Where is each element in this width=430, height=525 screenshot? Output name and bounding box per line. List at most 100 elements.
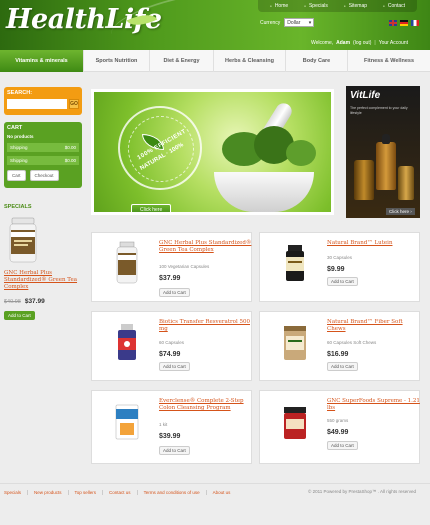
product-name[interactable]: Everclense® Complete 2-Step Colon Cleans… bbox=[159, 398, 253, 412]
nav-sports-nutrition[interactable]: Sports Nutrition bbox=[84, 50, 150, 72]
add-to-cart-button[interactable]: Add to Cart bbox=[159, 362, 190, 371]
bottle-image bbox=[354, 160, 374, 200]
product-price: $49.99 bbox=[327, 429, 349, 436]
product-price: $16.99 bbox=[327, 351, 349, 358]
currency-selected-value: Dollar bbox=[287, 19, 301, 26]
product-description: 100 Vegetarian Capsules bbox=[159, 264, 210, 269]
currency-label: Currency bbox=[260, 19, 281, 26]
language-flags bbox=[389, 20, 419, 26]
search-go-button[interactable]: GO bbox=[69, 99, 79, 109]
product-name[interactable]: Natural Brand™ Lutein bbox=[327, 240, 421, 247]
product-card: GNC SuperFoods Supreme - 1.21 lbs 550 gr… bbox=[259, 390, 420, 464]
divider: | bbox=[374, 40, 376, 46]
add-to-cart-button[interactable]: Add to Cart bbox=[327, 362, 358, 371]
bottle-cap-image bbox=[382, 134, 390, 144]
product-image[interactable] bbox=[114, 320, 140, 364]
copyright-text: © 2011 Powered by PrestaShop™ . All righ… bbox=[308, 489, 417, 494]
product-price: $74.99 bbox=[159, 351, 181, 358]
specials-product-image[interactable] bbox=[6, 216, 40, 264]
footer-link-about-us[interactable]: About us bbox=[207, 490, 237, 495]
cart-shipping-row: Shipping $0.00 bbox=[7, 143, 79, 152]
topnav-specials[interactable]: Specials bbox=[296, 0, 336, 12]
product-description: 1 kit bbox=[159, 422, 168, 427]
hero-banner[interactable]: 100% EFFICIENT NATURAL · 100% Click here bbox=[91, 89, 334, 215]
cart-shipping-label: Shipping bbox=[10, 145, 28, 150]
product-price: $39.99 bbox=[159, 433, 181, 440]
welcome-bar: Welcome, Adam (log out) | Your Account bbox=[311, 40, 408, 46]
product-card: Everclense® Complete 2-Step Colon Cleans… bbox=[91, 390, 252, 464]
banner-click-here-button[interactable]: Click here bbox=[131, 204, 172, 212]
cart-block: CART No products Shipping $0.00 Shipping… bbox=[4, 122, 82, 188]
ad-click-here-button[interactable]: Click here › bbox=[386, 208, 415, 215]
add-to-cart-button[interactable]: Add to Cart bbox=[327, 441, 358, 450]
search-box: SEARCH: GO bbox=[4, 87, 82, 115]
currency-selector: Currency Dollar ▾ bbox=[260, 18, 315, 27]
footer-link-top-sellers[interactable]: Top sellers bbox=[69, 490, 104, 495]
product-name[interactable]: GNC Herbal Plus Standardized® Green Tea … bbox=[159, 240, 253, 254]
french-flag-icon[interactable] bbox=[411, 20, 419, 26]
product-price: $37.99 bbox=[159, 275, 181, 282]
product-description: 60 Capsules Soft Chews bbox=[327, 340, 377, 345]
product-name[interactable]: Biotics Transfer Resveratrol 500 mg bbox=[159, 319, 253, 333]
product-image[interactable] bbox=[282, 399, 308, 443]
welcome-user: Adam bbox=[336, 40, 351, 46]
topnav-contact[interactable]: Contact bbox=[375, 0, 413, 12]
specials-price: $40.98 $37.99 bbox=[4, 298, 45, 305]
your-account-link[interactable]: Your Account bbox=[379, 40, 408, 46]
mortar-image bbox=[214, 172, 314, 212]
nav-vitamins-minerals[interactable]: Vitamins & minerals bbox=[0, 50, 84, 72]
footer-link-specials[interactable]: Specials bbox=[4, 490, 29, 495]
specials-add-to-cart-button[interactable]: Add to Cart bbox=[4, 311, 35, 320]
product-name[interactable]: Natural Brand™ Fiber Soft Chews bbox=[327, 319, 421, 333]
specials-heading: SPECIALS bbox=[4, 204, 32, 210]
product-name[interactable]: GNC SuperFoods Supreme - 1.21 lbs bbox=[327, 398, 421, 412]
cart-total-label: Shipping bbox=[10, 158, 28, 163]
checkout-button[interactable]: Checkout bbox=[29, 170, 59, 181]
cart-empty-text: No products bbox=[7, 134, 34, 139]
add-to-cart-button[interactable]: Add to Cart bbox=[327, 277, 358, 286]
product-image[interactable] bbox=[114, 399, 140, 443]
herb-image bbox=[286, 140, 316, 166]
vitlife-ad[interactable]: VitLife The perfect complement to your d… bbox=[346, 86, 420, 218]
product-price: $9.99 bbox=[327, 266, 345, 273]
german-flag-icon[interactable] bbox=[400, 20, 408, 26]
footer-link-new-products[interactable]: New products bbox=[28, 490, 69, 495]
nav-fitness-wellness[interactable]: Fitness & Wellness bbox=[348, 50, 430, 72]
product-card: Biotics Transfer Resveratrol 500 mg 60 C… bbox=[91, 311, 252, 381]
currency-select[interactable]: Dollar ▾ bbox=[284, 18, 315, 27]
add-to-cart-button[interactable]: Add to Cart bbox=[159, 446, 190, 455]
add-to-cart-button[interactable]: Add to Cart bbox=[159, 288, 190, 297]
cart-button[interactable]: Cart bbox=[7, 170, 26, 181]
topnav-home[interactable]: Home bbox=[262, 0, 296, 12]
bottle-image bbox=[376, 142, 396, 190]
product-image[interactable] bbox=[282, 320, 308, 364]
product-image[interactable] bbox=[282, 241, 308, 285]
chevron-down-icon: ▾ bbox=[308, 19, 312, 26]
cart-total-row: Shipping $0.00 bbox=[7, 156, 79, 165]
product-description: 30 Capsules bbox=[327, 255, 353, 260]
product-description: 60 Capsules bbox=[159, 340, 185, 345]
search-input[interactable] bbox=[7, 99, 67, 109]
english-flag-icon[interactable] bbox=[389, 20, 397, 26]
product-card: Natural Brand™ Fiber Soft Chews 60 Capsu… bbox=[259, 311, 420, 381]
nav-diet-energy[interactable]: Diet & Energy bbox=[150, 50, 214, 72]
specials-old-price: $40.98 bbox=[4, 298, 21, 305]
product-image[interactable] bbox=[114, 241, 140, 285]
topnav-sitemap[interactable]: Sitemap bbox=[336, 0, 375, 12]
footer-link-contact-us[interactable]: Contact us bbox=[103, 490, 138, 495]
product-card: Natural Brand™ Lutein 30 Capsules $9.99 … bbox=[259, 232, 420, 302]
welcome-prefix: Welcome, bbox=[311, 40, 334, 46]
footer-link-terms[interactable]: Terms and conditions of use bbox=[138, 490, 207, 495]
bottle-image bbox=[398, 166, 414, 200]
cart-shipping-value: $0.00 bbox=[64, 145, 76, 150]
logout-link[interactable]: (log out) bbox=[353, 40, 371, 46]
specials-new-price: $37.99 bbox=[24, 298, 45, 305]
nav-body-care[interactable]: Body Care bbox=[286, 50, 348, 72]
header: HealthLife Home Specials Sitemap Contact… bbox=[0, 0, 430, 50]
specials-product-name[interactable]: GNC Herbal Plus Standardized® Green Tea … bbox=[4, 270, 86, 291]
search-label: SEARCH: bbox=[7, 90, 33, 96]
product-card: GNC Herbal Plus Standardized® Green Tea … bbox=[91, 232, 252, 302]
ad-tagline: The perfect complement to your daily lif… bbox=[350, 106, 408, 115]
nav-herbs-cleansing[interactable]: Herbs & Cleansing bbox=[214, 50, 286, 72]
cart-title: CART bbox=[7, 125, 23, 131]
